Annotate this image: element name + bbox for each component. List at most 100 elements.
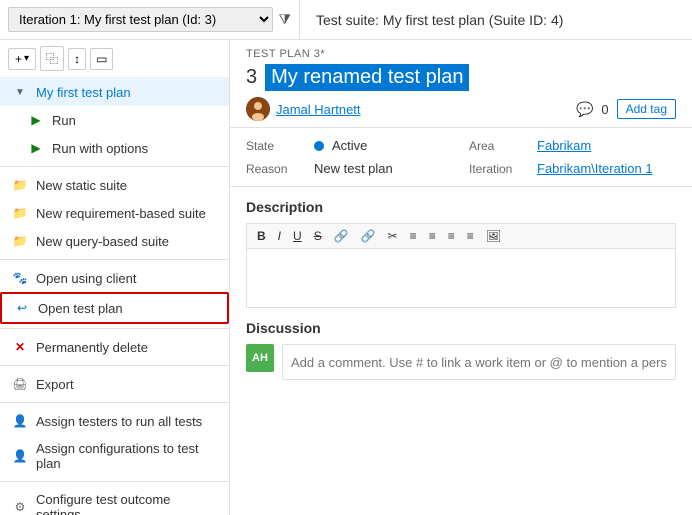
sidebar-item-open-client-label: Open using client bbox=[36, 271, 136, 286]
add-button[interactable]: + ▾ bbox=[8, 48, 36, 70]
divider-1 bbox=[0, 166, 229, 167]
plan-label-text: TEST PLAN 3* bbox=[246, 48, 676, 60]
sidebar-item-run-label: Run bbox=[52, 113, 76, 128]
sidebar-item-new-query-suite[interactable]: 📁 New query-based suite bbox=[0, 227, 229, 255]
state-label: State bbox=[246, 139, 306, 153]
menu-items-list: ▼ My first test plan ▶ Run ▶ Run with op… bbox=[0, 78, 229, 515]
status-dot bbox=[314, 141, 324, 151]
sidebar-item-open-test-plan[interactable]: ↩ Open test plan bbox=[0, 292, 229, 324]
sidebar-item-assign-configs[interactable]: 👤 Assign configurations to test plan bbox=[0, 435, 229, 477]
discussion-avatar: AH bbox=[246, 344, 274, 372]
delete-icon: ✕ bbox=[12, 339, 28, 355]
left-toolbar: + ▾ ⿻ ↕ ▭ bbox=[0, 40, 229, 78]
plan-name-row: 3 My renamed test plan bbox=[246, 64, 676, 91]
iteration-field-row: Iteration Fabrikam\Iteration 1 bbox=[469, 159, 676, 178]
add-dropdown-arrow: ▾ bbox=[24, 53, 29, 64]
state-value: Active bbox=[332, 138, 367, 153]
area-value[interactable]: Fabrikam bbox=[537, 138, 591, 153]
copy-icon-btn[interactable]: ⿻ bbox=[40, 46, 64, 71]
list4-button[interactable]: ≡ bbox=[463, 228, 478, 244]
sidebar-item-new-req-suite[interactable]: 📁 New requirement-based suite bbox=[0, 199, 229, 227]
fields-section: State Active Area Fabrikam Reason New te… bbox=[230, 128, 692, 187]
plan-header: TEST PLAN 3* 3 My renamed test plan Jama… bbox=[230, 40, 692, 128]
sidebar-item-new-req-label: New requirement-based suite bbox=[36, 206, 206, 221]
discussion-section: Discussion AH bbox=[246, 320, 676, 380]
sidebar-item-new-query-label: New query-based suite bbox=[36, 234, 169, 249]
filter-icon[interactable]: ⧩ bbox=[279, 11, 292, 28]
content-area: Description B I U S 🔗 🔗 ✂ ≡ ≡ ≡ ≡ 🖼 Disc… bbox=[230, 187, 692, 515]
reason-label: Reason bbox=[246, 162, 306, 176]
cut-button[interactable]: ✂ bbox=[384, 228, 402, 244]
fields-grid: State Active Area Fabrikam Reason New te… bbox=[246, 136, 676, 178]
top-bar: Iteration 1: My first test plan (Id: 3) … bbox=[0, 0, 692, 40]
divider-3 bbox=[0, 328, 229, 329]
discussion-input-row: AH bbox=[246, 344, 676, 380]
link2-button[interactable]: 🔗 bbox=[357, 228, 380, 244]
run-options-icon: ▶ bbox=[28, 140, 44, 156]
sidebar-item-open-plan-label: Open test plan bbox=[38, 301, 123, 316]
iteration-label: Iteration bbox=[469, 162, 529, 176]
sidebar-item-delete-label: Permanently delete bbox=[36, 340, 148, 355]
sidebar-item-open-client[interactable]: 🐾 Open using client bbox=[0, 264, 229, 292]
list3-button[interactable]: ≡ bbox=[444, 228, 459, 244]
italic-button[interactable]: I bbox=[274, 228, 285, 244]
sidebar-item-my-first-test-plan[interactable]: ▼ My first test plan bbox=[0, 78, 229, 106]
avatar bbox=[246, 97, 270, 121]
collapse-icon-btn[interactable]: ▭ bbox=[90, 48, 113, 70]
strikethrough-button[interactable]: S bbox=[310, 228, 326, 244]
avatar-image bbox=[246, 97, 270, 121]
list1-button[interactable]: ≡ bbox=[406, 228, 421, 244]
run-icon: ▶ bbox=[28, 112, 44, 128]
add-tag-button[interactable]: Add tag bbox=[617, 99, 676, 119]
list2-button[interactable]: ≡ bbox=[425, 228, 440, 244]
bold-button[interactable]: B bbox=[253, 228, 270, 244]
divider-4 bbox=[0, 365, 229, 366]
area-field-row: Area Fabrikam bbox=[469, 136, 676, 155]
author-row: Jamal Hartnett 💬 0 Add tag bbox=[246, 97, 676, 121]
open-plan-icon: ↩ bbox=[14, 300, 30, 316]
author-name[interactable]: Jamal Hartnett bbox=[276, 102, 361, 117]
sidebar-item-run-with-options[interactable]: ▶ Run with options bbox=[0, 134, 229, 162]
gear-icon: ⚙ bbox=[12, 499, 28, 515]
sidebar-item-run-options-label: Run with options bbox=[52, 141, 148, 156]
client-icon: 🐾 bbox=[12, 270, 28, 286]
plan-id: 3 bbox=[246, 66, 257, 89]
divider-6 bbox=[0, 481, 229, 482]
sidebar-item-assign-testers[interactable]: 👤 Assign testers to run all tests bbox=[0, 407, 229, 435]
plan-name-selected[interactable]: My renamed test plan bbox=[265, 64, 469, 91]
description-title: Description bbox=[246, 199, 676, 215]
image-button[interactable]: 🖼 bbox=[482, 228, 505, 244]
left-panel: + ▾ ⿻ ↕ ▭ ▼ My first test plan ▶ Run ▶ R… bbox=[0, 40, 230, 515]
sidebar-item-configure-outcome[interactable]: ⚙ Configure test outcome settings bbox=[0, 486, 229, 515]
author-info: Jamal Hartnett bbox=[246, 97, 361, 121]
iteration-dropdown[interactable]: Iteration 1: My first test plan (Id: 3) bbox=[8, 7, 273, 32]
underline-button[interactable]: U bbox=[289, 228, 306, 244]
description-toolbar: B I U S 🔗 🔗 ✂ ≡ ≡ ≡ ≡ 🖼 bbox=[246, 223, 676, 248]
sidebar-item-label: My first test plan bbox=[36, 85, 131, 100]
divider-2 bbox=[0, 259, 229, 260]
state-field-row: State Active bbox=[246, 136, 453, 155]
sidebar-item-run[interactable]: ▶ Run bbox=[0, 106, 229, 134]
main-layout: + ▾ ⿻ ↕ ▭ ▼ My first test plan ▶ Run ▶ R… bbox=[0, 40, 692, 515]
right-panel: TEST PLAN 3* 3 My renamed test plan Jama… bbox=[230, 40, 692, 515]
testers-icon: 👤 bbox=[12, 413, 28, 429]
sidebar-item-configure-label: Configure test outcome settings bbox=[36, 492, 217, 515]
move-icon-btn[interactable]: ↕ bbox=[68, 48, 86, 70]
area-label: Area bbox=[469, 139, 529, 153]
folder-icon-1: 📁 bbox=[12, 177, 28, 193]
link-button[interactable]: 🔗 bbox=[330, 228, 353, 244]
sidebar-item-export-label: Export bbox=[36, 377, 74, 392]
sidebar-item-new-static-suite[interactable]: 📁 New static suite bbox=[0, 171, 229, 199]
configs-icon: 👤 bbox=[12, 448, 28, 464]
sidebar-item-assign-configs-label: Assign configurations to test plan bbox=[36, 441, 217, 471]
collapse-arrow-icon: ▼ bbox=[12, 84, 28, 100]
comment-input[interactable] bbox=[282, 344, 676, 380]
sidebar-item-export[interactable]: 🖨 Export bbox=[0, 370, 229, 398]
print-icon: 🖨 bbox=[12, 376, 28, 392]
description-content[interactable] bbox=[246, 248, 676, 308]
divider-5 bbox=[0, 402, 229, 403]
reason-value: New test plan bbox=[314, 161, 393, 176]
sidebar-item-delete[interactable]: ✕ Permanently delete bbox=[0, 333, 229, 361]
folder-icon-3: 📁 bbox=[12, 233, 28, 249]
iteration-value[interactable]: Fabrikam\Iteration 1 bbox=[537, 161, 653, 176]
